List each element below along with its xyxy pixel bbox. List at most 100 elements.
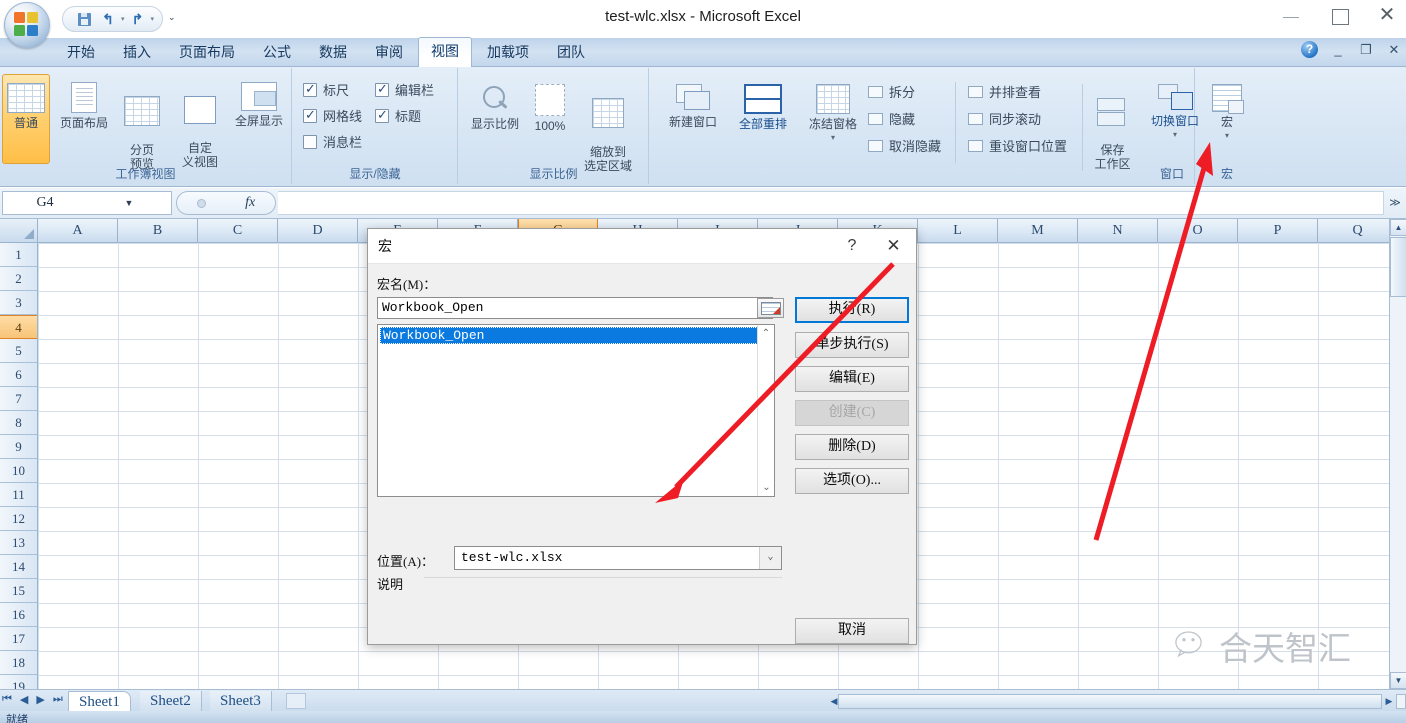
- macro-list-scroll-up-icon[interactable]: ⌃: [758, 325, 774, 342]
- row-header-1[interactable]: 1: [0, 243, 37, 267]
- zoom-100-button[interactable]: 100%: [527, 84, 573, 133]
- close-button[interactable]: ✕: [1376, 4, 1398, 26]
- select-all-button[interactable]: [0, 219, 38, 243]
- macro-list-item[interactable]: Workbook_Open: [380, 327, 772, 344]
- checkbox-ruler-box[interactable]: [303, 81, 317, 97]
- row-header-6[interactable]: 6: [0, 363, 37, 387]
- row-header-12[interactable]: 12: [0, 507, 37, 531]
- column-header-C[interactable]: C: [198, 219, 278, 242]
- maximize-button[interactable]: [1328, 4, 1350, 26]
- close-workbook-icon[interactable]: ✕: [1386, 42, 1402, 58]
- sheet-tab-sheet3[interactable]: Sheet3: [210, 691, 272, 712]
- macro-list-scroll-down-icon[interactable]: ⌄: [758, 479, 775, 496]
- sheet-tab-sheet1[interactable]: Sheet1: [68, 691, 131, 712]
- tab-addins[interactable]: 加载项: [474, 39, 542, 67]
- insert-function-icon[interactable]: fx: [245, 195, 255, 211]
- vertical-scrollbar[interactable]: ▲ ▼: [1389, 219, 1406, 689]
- tab-insert[interactable]: 插入: [110, 39, 164, 67]
- macro-options-button[interactable]: 选项(O)...: [795, 468, 909, 494]
- macros-dropdown-icon[interactable]: ▾: [1204, 129, 1250, 143]
- row-header-19[interactable]: 19: [0, 675, 37, 689]
- checkbox-gridlines-box[interactable]: [303, 107, 317, 123]
- sheet-nav-last-icon[interactable]: ⏭: [53, 693, 63, 706]
- checkbox-gridlines[interactable]: 网格线: [303, 106, 362, 125]
- sheet-nav-first-icon[interactable]: ⏮: [2, 693, 12, 706]
- macro-location-dropdown-icon[interactable]: ⌄: [759, 547, 781, 569]
- column-header-Q[interactable]: Q: [1318, 219, 1398, 242]
- macro-name-picker-button[interactable]: [757, 298, 784, 318]
- row-header-14[interactable]: 14: [0, 555, 37, 579]
- checkbox-headings-box[interactable]: [375, 107, 389, 123]
- checkbox-message-bar[interactable]: 消息栏: [303, 132, 362, 151]
- row-header-4[interactable]: 4: [0, 315, 37, 339]
- macros-button[interactable]: 宏 ▾: [1204, 84, 1250, 143]
- name-box[interactable]: G4 ▼: [2, 191, 172, 215]
- redo-dropdown-icon[interactable]: ▾: [151, 15, 155, 23]
- minimize-button[interactable]: [1280, 4, 1302, 26]
- expand-formula-bar-icon[interactable]: ≫: [1386, 192, 1404, 214]
- insert-worksheet-icon[interactable]: [286, 693, 306, 709]
- macro-list-scrollbar[interactable]: ⌃ ⌄: [757, 325, 774, 496]
- row-header-13[interactable]: 13: [0, 531, 37, 555]
- tab-review[interactable]: 审阅: [362, 39, 416, 67]
- split-button[interactable]: 拆分: [868, 82, 941, 101]
- row-header-8[interactable]: 8: [0, 411, 37, 435]
- checkbox-formula-bar[interactable]: 编辑栏: [375, 80, 434, 99]
- column-header-P[interactable]: P: [1238, 219, 1318, 242]
- restore-window-icon[interactable]: ❐: [1358, 42, 1374, 58]
- checkbox-ruler[interactable]: 标尺: [303, 80, 362, 99]
- insert-function-dot-icon[interactable]: [196, 198, 206, 208]
- scroll-up-button[interactable]: ▲: [1390, 219, 1406, 236]
- sheet-nav-next-icon[interactable]: ▶: [36, 693, 44, 706]
- qat-save-button[interactable]: [73, 9, 95, 29]
- qat-redo-button[interactable]: ↱: [127, 9, 149, 29]
- unhide-window-button[interactable]: 取消隐藏: [868, 136, 941, 155]
- office-button[interactable]: [4, 2, 50, 48]
- row-header-7[interactable]: 7: [0, 387, 37, 411]
- macro-location-combo[interactable]: test-wlc.xlsx ⌄: [454, 546, 782, 570]
- checkbox-headings[interactable]: 标题: [375, 106, 434, 125]
- column-header-N[interactable]: N: [1078, 219, 1158, 242]
- qat-customize-icon[interactable]: ⌄: [168, 12, 176, 23]
- hide-window-button[interactable]: 隐藏: [868, 109, 941, 128]
- hscroll-left-icon[interactable]: ◀: [830, 696, 838, 707]
- checkbox-formula-bar-box[interactable]: [375, 81, 389, 97]
- tab-view[interactable]: 视图: [418, 37, 472, 67]
- row-header-16[interactable]: 16: [0, 603, 37, 627]
- macro-step-into-button[interactable]: 单步执行(S): [795, 332, 909, 358]
- minimize-ribbon-icon[interactable]: _: [1330, 42, 1346, 57]
- column-header-L[interactable]: L: [918, 219, 998, 242]
- view-custom-views-button[interactable]: 自定 义视图: [174, 82, 226, 169]
- help-icon[interactable]: ?: [1301, 41, 1318, 58]
- synchronous-scrolling-button[interactable]: 同步滚动: [968, 109, 1067, 128]
- sheet-tab-sheet2[interactable]: Sheet2: [140, 691, 202, 712]
- row-header-18[interactable]: 18: [0, 651, 37, 675]
- column-header-D[interactable]: D: [278, 219, 358, 242]
- macro-cancel-button[interactable]: 取消: [795, 618, 909, 644]
- sheet-nav-prev-icon[interactable]: ◀: [20, 693, 28, 706]
- zoom-to-selection-button[interactable]: 缩放到 选定区域: [577, 84, 639, 173]
- save-workspace-button[interactable]: 保存 工作区: [1082, 84, 1138, 171]
- column-header-M[interactable]: M: [998, 219, 1078, 242]
- reset-window-position-button[interactable]: 重设窗口位置: [968, 136, 1067, 155]
- freeze-panes-dropdown-icon[interactable]: ▾: [800, 131, 866, 145]
- macro-edit-button[interactable]: 编辑(E): [795, 366, 909, 392]
- tab-data[interactable]: 数据: [306, 39, 360, 67]
- row-header-5[interactable]: 5: [0, 339, 37, 363]
- macro-list[interactable]: Workbook_Open ⌃ ⌄: [377, 324, 775, 497]
- column-header-B[interactable]: B: [118, 219, 198, 242]
- row-header-9[interactable]: 9: [0, 435, 37, 459]
- row-header-15[interactable]: 15: [0, 579, 37, 603]
- row-header-11[interactable]: 11: [0, 483, 37, 507]
- view-full-screen-button[interactable]: 全屏显示: [228, 82, 290, 128]
- hscroll-end-box[interactable]: [1396, 693, 1406, 709]
- name-box-dropdown-icon[interactable]: ▼: [87, 198, 171, 208]
- row-header-10[interactable]: 10: [0, 459, 37, 483]
- vertical-scroll-thumb[interactable]: [1390, 237, 1406, 297]
- macro-delete-button[interactable]: 删除(D): [795, 434, 909, 460]
- horizontal-scrollbar[interactable]: ◀ ▶: [830, 691, 1406, 711]
- scroll-down-button[interactable]: ▼: [1390, 672, 1406, 689]
- view-side-by-side-button[interactable]: 并排查看: [968, 82, 1067, 101]
- view-page-layout-button[interactable]: 页面布局: [54, 82, 114, 130]
- new-window-button[interactable]: 新建窗口: [660, 84, 726, 129]
